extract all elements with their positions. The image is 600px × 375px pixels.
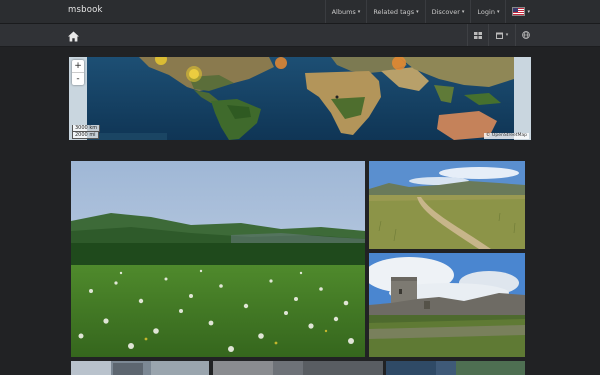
- us-flag-icon: [512, 7, 526, 16]
- photo-thumbnail[interactable]: [71, 161, 365, 357]
- home-icon: [68, 31, 79, 42]
- nav-related-tags-label: Related tags: [373, 7, 415, 16]
- map-right-edge: [514, 57, 531, 140]
- nav-discover[interactable]: Discover ▾: [424, 0, 471, 23]
- photo-thumbnail[interactable]: [369, 161, 525, 249]
- language-selector[interactable]: ▾: [505, 0, 536, 23]
- caret-down-icon: ▾: [357, 8, 361, 15]
- map-zoom-control: + -: [72, 60, 84, 85]
- world-map[interactable]: + - 3000 km 2000 mi © OpenStreetMap: [69, 57, 531, 140]
- calendar-dropdown[interactable]: ▾: [488, 24, 515, 46]
- toolbar-actions: ▾: [467, 24, 536, 46]
- grid-view-button[interactable]: [467, 24, 488, 46]
- rocky-landscape-image: [213, 361, 383, 375]
- globe-icon: [522, 31, 530, 39]
- nav-login[interactable]: Login ▾: [470, 0, 505, 23]
- nav-albums-label: Albums: [331, 7, 356, 16]
- town-street-image: [71, 361, 209, 375]
- toolbar: ▾: [0, 24, 600, 47]
- map-attribution[interactable]: © OpenStreetMap: [483, 133, 529, 139]
- caret-down-icon: ▾: [527, 8, 530, 15]
- photo-thumbnail[interactable]: [71, 361, 209, 375]
- nav-discover-label: Discover: [431, 7, 460, 16]
- castle-ruins-image: [369, 253, 525, 357]
- brand-logo[interactable]: msbook: [68, 5, 103, 15]
- globe-button[interactable]: [515, 24, 536, 46]
- caret-down-icon: ▾: [496, 8, 500, 15]
- top-navbar: msbook Albums ▾ Related tags ▾ Discover ▾ L…: [0, 0, 600, 24]
- caret-down-icon: ▾: [505, 32, 509, 38]
- grid-icon: [474, 31, 482, 39]
- calendar-icon: [495, 32, 503, 39]
- nav-albums[interactable]: Albums ▾: [324, 0, 367, 23]
- map-scale-km: 3000 km: [72, 125, 101, 132]
- photo-thumbnail[interactable]: [213, 361, 383, 375]
- grassland-path-image: [369, 161, 525, 249]
- caret-down-icon: ▾: [461, 8, 465, 15]
- coastal-scene-image: [386, 361, 525, 375]
- map-tiles: [69, 57, 531, 140]
- zoom-out-button[interactable]: -: [72, 73, 84, 85]
- dandelion-meadow-image: [71, 161, 365, 357]
- zoom-in-button[interactable]: +: [72, 60, 84, 73]
- nav-related-tags[interactable]: Related tags ▾: [366, 0, 424, 23]
- main-nav: Albums ▾ Related tags ▾ Discover ▾ Login ▾ ▾: [324, 0, 536, 23]
- nav-login-label: Login: [477, 7, 495, 16]
- home-button[interactable]: [67, 28, 80, 42]
- photo-thumbnail[interactable]: [386, 361, 525, 375]
- photo-thumbnail[interactable]: [369, 253, 525, 357]
- caret-down-icon: ▾: [416, 8, 419, 15]
- map-scale-mi: 2000 mi: [72, 132, 99, 139]
